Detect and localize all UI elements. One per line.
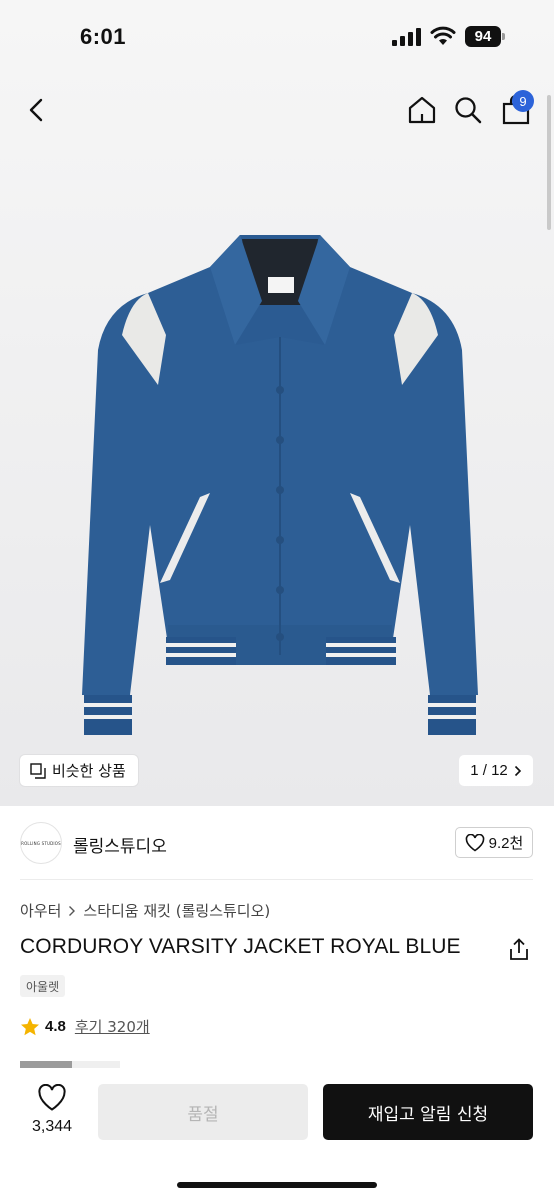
brand-row[interactable]: ROLLING STUDIOS 롤링스튜디오 9.2천	[0, 806, 554, 880]
battery-icon: 94	[465, 26, 505, 47]
home-icon[interactable]	[406, 94, 438, 126]
product-title: CORDUROY VARSITY JACKET ROYAL BLUE	[20, 935, 461, 958]
divider	[20, 879, 533, 880]
brand-name[interactable]: 롤링스튜디오	[73, 832, 167, 857]
scroll-indicator	[547, 95, 551, 230]
rating-row: 4.8 후기 320개	[20, 1016, 150, 1037]
brand-logo-text: ROLLING STUDIOS	[21, 840, 61, 846]
product-gallery[interactable]: 6:01 94 9 비슷한 상품 1 / 12	[0, 0, 554, 806]
similar-products-label: 비슷한 상품	[52, 762, 126, 780]
similar-products-button[interactable]: 비슷한 상품	[20, 755, 138, 786]
cellular-signal-icon	[392, 28, 421, 46]
breadcrumb-category[interactable]: 아우터	[20, 900, 61, 921]
back-arrow-icon[interactable]	[24, 96, 50, 124]
star-icon	[21, 1017, 39, 1035]
image-page-indicator[interactable]: 1 / 12	[459, 755, 533, 786]
wifi-icon	[430, 26, 456, 45]
chevron-right-icon	[514, 765, 521, 776]
heart-icon	[38, 1084, 66, 1111]
breadcrumb-subcategory[interactable]: 스타디움 재킷 (롤링스튜디오)	[83, 900, 270, 921]
status-bar: 6:01 94	[0, 0, 554, 78]
restock-alert-button[interactable]: 재입고 알림 신청	[323, 1084, 533, 1140]
section-tab-indicator-fill	[20, 1061, 72, 1068]
status-time: 6:01	[80, 24, 127, 49]
battery-level: 94	[465, 26, 501, 47]
bottom-action-bar: 3,344 품절 재입고 알림 신청	[0, 1068, 554, 1200]
top-nav	[0, 84, 554, 136]
share-icon[interactable]	[508, 938, 530, 962]
section-tab-indicator	[20, 1061, 120, 1068]
brand-logo[interactable]: ROLLING STUDIOS	[20, 822, 62, 864]
chevron-right-icon	[69, 905, 76, 916]
search-icon[interactable]	[453, 95, 483, 125]
wishlist-button[interactable]: 3,344	[20, 1084, 84, 1144]
similar-items-icon	[30, 762, 46, 779]
brand-like-button[interactable]: 9.2천	[455, 827, 533, 858]
page-indicator-label: 1 / 12	[470, 762, 508, 779]
outlet-tag: 아울렛	[20, 975, 66, 997]
reviews-link[interactable]: 후기 320개	[75, 1016, 150, 1037]
heart-icon	[465, 833, 484, 851]
breadcrumb: 아우터 스타디움 재킷 (롤링스튜디오)	[20, 900, 270, 921]
wishlist-count: 3,344	[31, 1118, 73, 1135]
cart-count-badge: 9	[512, 90, 534, 112]
jacket-image	[82, 235, 478, 735]
rating-score: 4.8	[45, 1018, 66, 1035]
brand-like-count: 9.2천	[488, 835, 524, 852]
sold-out-button: 품절	[98, 1084, 308, 1140]
home-indicator	[177, 1182, 377, 1188]
